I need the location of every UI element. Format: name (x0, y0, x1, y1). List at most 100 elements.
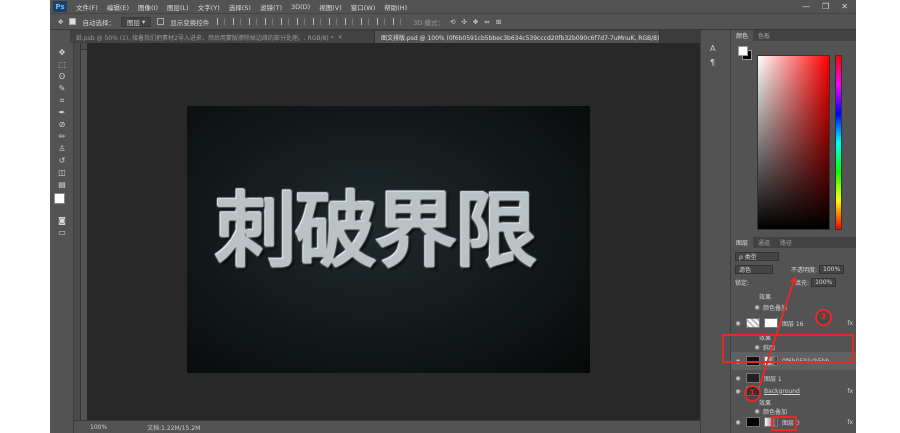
visibility-eye-icon[interactable]: ◉ (734, 375, 742, 382)
quick-mask-icon[interactable]: ◙ (55, 215, 69, 226)
3d-slide-icon[interactable]: ⇔ (484, 18, 489, 26)
distribute-middle-icon[interactable] (329, 18, 338, 25)
right-panels: 颜色 色板 图层 通道 路径 ρ 类型 滤色 不透明度: 100% 锁定: 填充… (730, 30, 856, 433)
visibility-eye-icon[interactable]: ◉ (753, 408, 761, 415)
tab-label: 纸.psb @ 50% (1), 接着我们把素材2导入进来，然后用蒙版擦除掉边缘… (76, 34, 334, 42)
tab-color[interactable]: 颜色 (731, 30, 754, 41)
options-bar: ✥ 自动选择： 图层 ▾ 显示变换控件 3D 模式： ⟲ ✣ ✥ ⇔ ⊞ (50, 13, 856, 30)
distribute-top-icon[interactable] (313, 18, 322, 25)
menu-view[interactable]: 视图(V) (319, 2, 342, 12)
marquee-tool-icon[interactable]: ⬚ (55, 59, 69, 70)
blend-row: 滤色 不透明度: 100% (731, 265, 856, 274)
3d-orbit-icon[interactable]: ✣ (461, 18, 466, 26)
menu-help[interactable]: 帮助(H) (384, 2, 407, 12)
paragraph-panel-icon[interactable]: ¶ (710, 58, 715, 67)
layer-row[interactable]: ◉ 图层 16 fx (731, 315, 856, 331)
layer-row[interactable]: ◉ 图层 1 (731, 373, 856, 383)
minimize-button[interactable]: — (802, 2, 810, 11)
fx-icon[interactable]: fx (847, 320, 853, 327)
opacity-input[interactable]: 100% (819, 265, 845, 274)
menu-layer[interactable]: 图层(L) (167, 2, 189, 12)
align-left-icon[interactable] (265, 18, 274, 25)
visibility-eye-icon[interactable]: ◉ (753, 304, 761, 311)
panel-icon-strip: A ¶ (700, 30, 730, 433)
color-panel-fg-swatch[interactable] (738, 46, 748, 56)
zoom-level[interactable]: 100% (90, 424, 107, 431)
menu-window[interactable]: 窗口(W) (351, 2, 376, 12)
layer-effect-row[interactable]: ◉ 颜色叠加 (731, 407, 856, 416)
align-top-icon[interactable] (217, 18, 226, 25)
align-center-icon[interactable] (281, 18, 290, 25)
menu-file[interactable]: 文件(F) (76, 2, 98, 12)
auto-select-checkbox[interactable] (69, 18, 77, 25)
document-canvas[interactable]: 刺破界限 (187, 106, 590, 373)
layer-name: 效果 (759, 294, 772, 301)
lasso-tool-icon[interactable]: ʘ (55, 71, 69, 82)
visibility-eye-icon[interactable]: ◉ (734, 388, 742, 395)
history-brush-icon[interactable]: ↺ (55, 155, 69, 166)
screen-mode-icon[interactable]: ▭ (55, 227, 69, 238)
hue-slider[interactable] (835, 55, 842, 230)
move-tool-icon[interactable]: ✥ (58, 18, 63, 26)
tools-panel: ✥ ⬚ ʘ ✎ ⌗ ✒ ⊘ ✏ ♙ ↺ ◫ ▤ ◙ ▭ (50, 43, 74, 433)
fx-icon[interactable]: fx (847, 388, 853, 395)
stamp-tool-icon[interactable]: ♙ (55, 143, 69, 154)
brush-tool-icon[interactable]: ✏ (55, 131, 69, 142)
3d-rotate-icon[interactable]: ⟲ (450, 18, 455, 26)
layer-name: 效果 (759, 400, 772, 407)
align-bottom-icon[interactable] (249, 18, 258, 25)
fill-input[interactable]: 100% (811, 278, 837, 287)
gradient-tool-icon[interactable]: ▤ (55, 179, 69, 190)
crop-tool-icon[interactable]: ⌗ (55, 95, 69, 106)
align-middle-icon[interactable] (233, 18, 242, 25)
tab-layers[interactable]: 图层 (731, 237, 754, 248)
color-picker-field[interactable] (757, 55, 830, 230)
auto-select-label: 自动选择： (82, 18, 115, 27)
visibility-eye-icon[interactable]: ◉ (734, 419, 742, 426)
tab-paths[interactable]: 路径 (775, 237, 797, 248)
character-panel-icon[interactable]: A (710, 44, 715, 53)
menu-edit[interactable]: 编辑(E) (107, 2, 129, 12)
maximize-button[interactable]: ❐ (822, 2, 829, 11)
document-size: 文档:1.22M/15.2M (147, 424, 201, 432)
layer-filter-dropdown[interactable]: ρ 类型 (735, 252, 779, 261)
visibility-eye-icon[interactable]: ◉ (734, 320, 742, 327)
layer-thumbnail (746, 318, 760, 328)
menu-3d[interactable]: 3D(D) (291, 3, 310, 11)
move-tool-icon[interactable]: ✥ (55, 47, 69, 58)
blend-mode-dropdown[interactable]: 滤色 (735, 265, 773, 274)
healing-brush-icon[interactable]: ⊘ (55, 119, 69, 130)
show-transform-label: 显示变换控件 (170, 18, 210, 27)
tab-label: 图文排版.psd @ 100% (0f6b0591cb5bbec3b634c53… (381, 34, 660, 42)
distribute-center-icon[interactable] (377, 18, 386, 25)
tab-close-icon[interactable]: × (338, 34, 343, 41)
tab-channels[interactable]: 通道 (753, 237, 775, 248)
fx-icon[interactable]: fx (847, 419, 853, 426)
layer-effect-row[interactable]: 效果 (731, 292, 856, 301)
3d-scale-icon[interactable]: ⊞ (496, 18, 501, 26)
distribute-left-icon[interactable] (361, 18, 370, 25)
layer-name: 图层 16 (782, 320, 804, 328)
menu-image[interactable]: 图像(I) (138, 2, 158, 12)
close-button[interactable]: ✕ (841, 2, 848, 11)
tab-document-2[interactable]: 图文排版.psd @ 100% (0f6b0591cb5bbec3b634c53… (375, 31, 660, 43)
distribute-bottom-icon[interactable] (345, 18, 354, 25)
eraser-tool-icon[interactable]: ◫ (55, 167, 69, 178)
tab-swatches[interactable]: 色板 (753, 30, 775, 41)
layer-effect-row[interactable]: ◉ 颜色叠加 (731, 303, 856, 312)
step-badge-2: ② (815, 309, 832, 326)
distribute-right-icon[interactable] (393, 18, 402, 25)
opacity-label: 不透明度: (791, 267, 818, 274)
quick-select-tool-icon[interactable]: ✎ (55, 83, 69, 94)
3d-pan-icon[interactable]: ✥ (473, 18, 478, 26)
eyedropper-tool-icon[interactable]: ✒ (55, 107, 69, 118)
tab-document-1[interactable]: 纸.psb @ 50% (1), 接着我们把素材2导入进来，然后用蒙版擦除掉边缘… (70, 31, 375, 43)
mode-3d-label: 3D 模式： (413, 18, 445, 27)
show-transform-checkbox[interactable] (157, 18, 165, 25)
align-right-icon[interactable] (297, 18, 306, 25)
menu-filter[interactable]: 滤镜(T) (260, 2, 282, 12)
menu-type[interactable]: 文字(Y) (198, 2, 220, 12)
foreground-color-swatch[interactable] (54, 193, 65, 204)
menu-select[interactable]: 选择(S) (229, 2, 251, 12)
auto-select-dropdown[interactable]: 图层 ▾ (120, 16, 152, 27)
